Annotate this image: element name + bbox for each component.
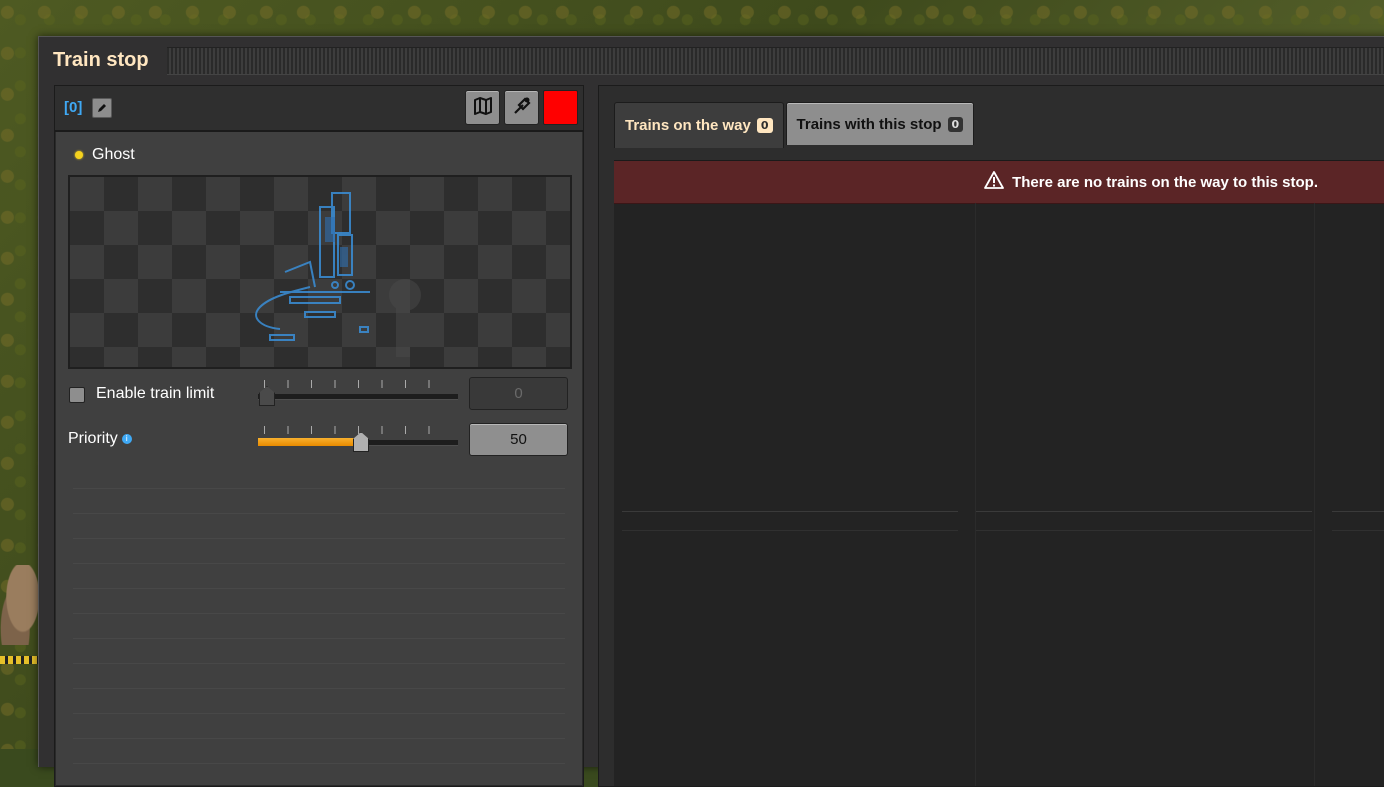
entity-status: Ghost [75, 146, 135, 164]
trains-tabs: Trains on the way 0 Trains with this sto… [614, 102, 975, 148]
window-title: Train stop [53, 49, 149, 71]
entity-preview [68, 175, 572, 369]
belt-decoration [0, 656, 38, 664]
titlebar: Train stop [39, 37, 1384, 85]
grid-divider [1332, 511, 1384, 512]
pencil-icon [96, 99, 108, 118]
priority-label: Priority i [68, 430, 132, 448]
train-stop-ghost-image [255, 192, 421, 357]
rename-button[interactable] [92, 98, 112, 118]
stop-name: [0] [64, 99, 83, 116]
tab-count-badge: 0 [756, 118, 773, 133]
warning-icon [984, 171, 1005, 193]
priority-slider[interactable] [258, 424, 458, 452]
priority-input[interactable]: 50 [469, 423, 568, 456]
status-label: Ghost [92, 146, 135, 163]
grid-divider [622, 530, 958, 531]
grid-divider [1332, 530, 1384, 531]
trains-panel: Trains on the way 0 Trains with this sto… [598, 85, 1384, 787]
train-limit-label: Enable train limit [96, 385, 215, 402]
priority-label-text: Priority [68, 430, 118, 447]
color-swatch[interactable] [543, 90, 578, 125]
train-limit-slider[interactable] [258, 378, 458, 406]
warning-banner: There are no trains on the way to this s… [614, 161, 1384, 204]
train-limit-checkbox[interactable] [69, 387, 85, 403]
color-picker-button[interactable] [504, 90, 539, 125]
status-dot-icon [75, 151, 83, 159]
slider-fill [258, 438, 354, 446]
trains-grid [614, 203, 1384, 786]
slider-thumb[interactable] [353, 432, 369, 452]
open-map-button[interactable] [465, 90, 500, 125]
empty-list-area [73, 464, 565, 784]
slider-thumb[interactable] [259, 386, 275, 406]
stop-header: [0] [55, 86, 583, 132]
tab-label: Trains on the way [625, 117, 751, 134]
info-icon[interactable]: i [121, 433, 132, 444]
tab-trains-with-this-stop[interactable]: Trains with this stop 0 [785, 102, 975, 145]
train-limit-input[interactable]: 0 [469, 377, 568, 410]
eyedropper-icon [511, 95, 533, 121]
slider-ticks [264, 380, 452, 388]
slider-ticks [264, 426, 452, 434]
map-icon [472, 95, 494, 121]
tab-content: There are no trains on the way to this s… [614, 160, 1384, 786]
tab-trains-on-the-way[interactable]: Trains on the way 0 [614, 102, 784, 148]
grid-divider [975, 203, 976, 786]
tab-count-badge: 0 [947, 116, 964, 132]
slider-track [258, 394, 458, 400]
warning-text: There are no trains on the way to this s… [1012, 173, 1318, 191]
tab-label: Trains with this stop [796, 115, 942, 133]
grid-divider [1314, 203, 1315, 786]
stop-info-panel: [0] Ghost Enable train limit 0 Priority … [54, 85, 584, 787]
rocks-decoration [0, 565, 38, 645]
grid-divider [622, 511, 958, 512]
grid-divider [976, 530, 1312, 531]
grid-divider [976, 511, 1312, 512]
drag-handle[interactable] [167, 47, 1384, 75]
train-stop-window: Train stop [0] Ghost Enable train limit … [38, 36, 1384, 787]
